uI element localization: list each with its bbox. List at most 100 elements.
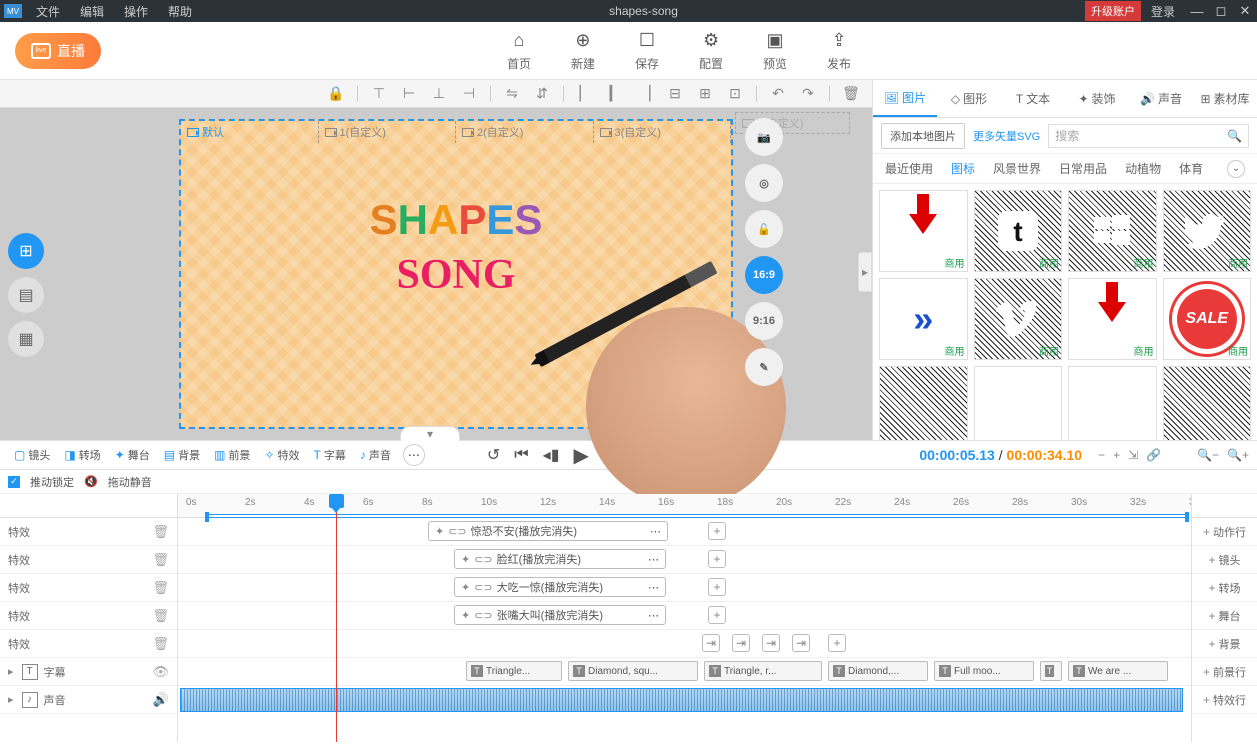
- tl-foreground[interactable]: ▥前景: [208, 444, 256, 466]
- track-row-0[interactable]: +✦⊂⊃惊恐不安(播放完消失)⋯: [178, 518, 1191, 546]
- more-icon[interactable]: ⋯: [644, 581, 659, 594]
- maximize-button[interactable]: ◻: [1209, 3, 1233, 19]
- push-lock-checkbox[interactable]: ✓: [8, 476, 20, 488]
- menu-edit[interactable]: 编辑: [70, 3, 114, 20]
- effect-clip[interactable]: ✦⊂⊃大吃一惊(播放完消失)⋯: [454, 577, 666, 597]
- tab-audio[interactable]: 🔊声音: [1129, 80, 1193, 117]
- subtitle-clip[interactable]: TDiamond, squ...: [568, 661, 698, 681]
- link-icon[interactable]: 🔗: [1146, 448, 1161, 462]
- asset-sale-badge[interactable]: SALE商用: [1163, 278, 1252, 360]
- trash-icon[interactable]: 🗑: [152, 524, 169, 540]
- subtitle-clip[interactable]: T: [1040, 661, 1062, 681]
- track-subtitle[interactable]: ▸T字幕👁: [0, 658, 177, 686]
- tab-shape[interactable]: ◇图形: [937, 80, 1001, 117]
- add-clip-button[interactable]: +: [708, 606, 726, 624]
- step-back-icon[interactable]: ◂▮: [543, 445, 560, 465]
- trash-icon[interactable]: 🗑: [152, 552, 169, 568]
- more-icon[interactable]: ⋯: [644, 609, 659, 622]
- track-row-3[interactable]: +✦⊂⊃张嘴大叫(播放完消失)⋯: [178, 602, 1191, 630]
- marker-button[interactable]: ⇥: [792, 634, 810, 652]
- asset-tumblr[interactable]: t商用: [974, 190, 1063, 272]
- align-top-icon[interactable]: ⊤: [366, 84, 392, 104]
- scene-tab-3[interactable]: 3(自定义): [594, 121, 732, 143]
- align-r-icon[interactable]: ▕: [632, 84, 658, 104]
- track-row-1[interactable]: + ✦⊂⊃脸红(播放完消失)⋯: [178, 546, 1191, 574]
- timeline-tracks[interactable]: 0s2s4s6s8s10s12s14s16s18s20s22s24s26s28s…: [178, 494, 1191, 742]
- target-tool[interactable]: ◎: [745, 164, 783, 202]
- tl-sound[interactable]: ♪声音: [354, 444, 397, 466]
- prev-icon[interactable]: ⏮: [514, 446, 528, 464]
- effect-clip[interactable]: ✦⊂⊃惊恐不安(播放完消失)⋯: [428, 521, 668, 541]
- lock-icon[interactable]: 🔒: [323, 84, 349, 104]
- tab-decor[interactable]: ✦装饰: [1065, 80, 1129, 117]
- capture-tool[interactable]: 📷: [745, 118, 783, 156]
- scene-tab-default[interactable]: 默认: [181, 121, 319, 143]
- menu-file[interactable]: 文件: [26, 3, 70, 20]
- speaker-icon[interactable]: 🔊: [153, 692, 169, 708]
- align-c-icon[interactable]: ▎: [602, 84, 628, 104]
- unlock-tool[interactable]: 🔓: [745, 210, 783, 248]
- tl-camera[interactable]: ▢镜头: [8, 444, 56, 466]
- add-action-row[interactable]: +动作行: [1192, 518, 1257, 546]
- trash-icon[interactable]: 🗑: [152, 636, 169, 652]
- tl-more[interactable]: ⋯: [403, 444, 425, 466]
- tl-stage[interactable]: ✦舞台: [109, 444, 156, 466]
- add-clip-button[interactable]: +: [708, 550, 726, 568]
- track-row-4[interactable]: ⇥ ⇥ ⇥ ⇥ +: [178, 630, 1191, 658]
- tl-transition[interactable]: ◨转场: [58, 444, 106, 466]
- trash-icon[interactable]: 🗑: [152, 580, 169, 596]
- eye-icon[interactable]: 👁: [152, 664, 169, 680]
- more-icon[interactable]: ⋯: [646, 525, 661, 538]
- add-local-image-button[interactable]: 添加本地图片: [881, 123, 965, 149]
- group-icon[interactable]: ⊡: [722, 84, 748, 104]
- film-tool[interactable]: ▤: [8, 277, 44, 313]
- subtitle-clip[interactable]: TTriangle, r...: [704, 661, 822, 681]
- more-icon[interactable]: ⋯: [644, 553, 659, 566]
- track-effect-5[interactable]: 特效🗑: [0, 630, 177, 658]
- tl-background[interactable]: ▤背景: [158, 444, 206, 466]
- grid-tool[interactable]: ⊞: [8, 233, 44, 269]
- asset-vimeo[interactable]: 商用: [974, 278, 1063, 360]
- audio-clip[interactable]: [180, 688, 1183, 712]
- live-button[interactable]: live 直播: [15, 33, 101, 69]
- marker-button[interactable]: ⇥: [762, 634, 780, 652]
- action-publish[interactable]: ⇪发布: [827, 30, 851, 72]
- zoom-out-icon[interactable]: 🔍−: [1197, 448, 1219, 462]
- add-foreground-row[interactable]: +前景行: [1192, 658, 1257, 686]
- trash-icon[interactable]: 🗑: [152, 608, 169, 624]
- fit-icon[interactable]: ⇲: [1128, 448, 1138, 462]
- edit-tool[interactable]: ✎: [745, 348, 783, 386]
- scene-tab-2[interactable]: 2(自定义): [456, 121, 594, 143]
- cat-daily[interactable]: 日常用品: [1059, 160, 1107, 177]
- expand-icon[interactable]: ▸: [8, 693, 14, 706]
- add-effect-row[interactable]: +特效行: [1192, 686, 1257, 714]
- effect-clip[interactable]: ✦⊂⊃脸红(播放完消失)⋯: [454, 549, 666, 569]
- cat-icons[interactable]: 图标: [951, 160, 975, 177]
- subtitle-clip[interactable]: TDiamond,...: [828, 661, 928, 681]
- add-background-row[interactable]: +背景: [1192, 630, 1257, 658]
- cat-recent[interactable]: 最近使用: [885, 160, 933, 177]
- track-effect-1[interactable]: 特效🗑: [0, 518, 177, 546]
- asset-item-10[interactable]: [974, 366, 1063, 440]
- add-clip-button[interactable]: +: [828, 634, 846, 652]
- track-row-2[interactable]: +✦⊂⊃大吃一惊(播放完消失)⋯: [178, 574, 1191, 602]
- subtitle-clip[interactable]: TTriangle...: [466, 661, 562, 681]
- tab-library[interactable]: ⊞素材库: [1193, 80, 1257, 117]
- cat-more[interactable]: ⌄: [1227, 160, 1245, 178]
- asset-download-arrow-2[interactable]: 商用: [1068, 278, 1157, 360]
- asset-windows[interactable]: 商用: [1068, 190, 1157, 272]
- align-l-icon[interactable]: ▏: [572, 84, 598, 104]
- ratio-16-9[interactable]: 16:9: [745, 256, 783, 294]
- align-vcenter-icon[interactable]: ⊢: [396, 84, 422, 104]
- marker-button[interactable]: ⇥: [702, 634, 720, 652]
- login-button[interactable]: 登录: [1141, 3, 1185, 20]
- track-row-subtitle[interactable]: TTriangle... TDiamond, squ... TTriangle, r…: [178, 658, 1191, 686]
- action-preview[interactable]: ▣预览: [763, 30, 787, 72]
- track-effect-2[interactable]: 特效🗑: [0, 546, 177, 574]
- menu-action[interactable]: 操作: [114, 3, 158, 20]
- asset-double-arrow[interactable]: »商用: [879, 278, 968, 360]
- add-camera-row[interactable]: +镜头: [1192, 546, 1257, 574]
- asset-download-arrow[interactable]: 商用: [879, 190, 968, 272]
- align-bottom-icon[interactable]: ⊥: [426, 84, 452, 104]
- align-left-icon[interactable]: ⊣: [456, 84, 482, 104]
